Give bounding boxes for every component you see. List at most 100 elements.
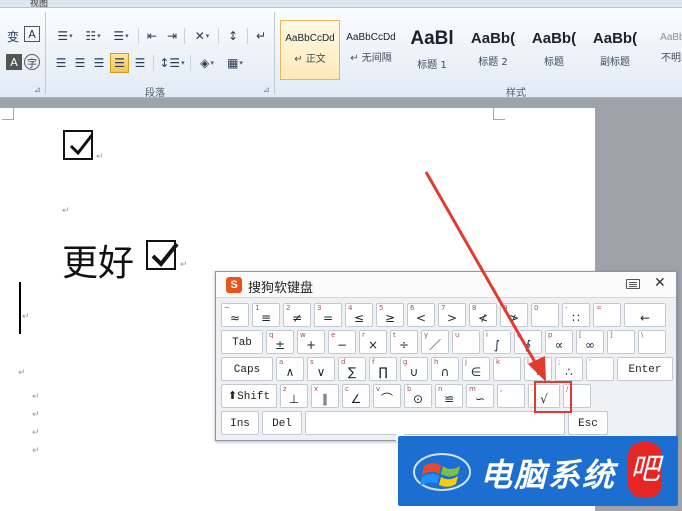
phonetic-guide-button[interactable]: 变 <box>4 26 22 46</box>
keyboard-key[interactable]: u <box>452 330 480 354</box>
watermark-badge: 吧 <box>628 442 662 498</box>
style-tile[interactable]: AaBbC 不明显 <box>646 20 682 80</box>
show-marks-button[interactable]: ↵ <box>251 26 271 46</box>
keyboard-key[interactable]: Enter <box>617 357 673 381</box>
keyboard-key[interactable]: t ÷ <box>390 330 418 354</box>
style-tile[interactable]: AaBb(副标题 <box>585 20 645 80</box>
keyboard-key[interactable] <box>305 411 565 435</box>
keyboard-key[interactable]: i ∫ <box>483 330 511 354</box>
keyboard-key[interactable]: [∞ <box>576 330 604 354</box>
keyboard-key[interactable]: ← <box>624 303 666 327</box>
style-tile[interactable]: AaBbCcDd ↵ 正文 <box>280 20 340 80</box>
keyboard-key[interactable]: s ∨ <box>307 357 335 381</box>
keyboard-key[interactable]: q ± <box>266 330 294 354</box>
keyboard-key[interactable]: 6 < <box>407 303 435 327</box>
menu-view[interactable]: 视图 <box>30 0 48 7</box>
align-left-button[interactable]: ☰ <box>52 53 70 73</box>
multilevel-list-button[interactable]: ☰ ▾ <box>108 26 134 46</box>
checkbox-symbol <box>63 130 94 160</box>
keyboard-key[interactable]: 4 ≤ <box>345 303 373 327</box>
keyboard-key[interactable]: m ∽ <box>466 384 494 408</box>
key-shift-label: = <box>596 304 602 312</box>
keyboard-key[interactable]: ] <box>607 330 635 354</box>
keyboard-key[interactable]: a ∧ <box>276 357 304 381</box>
keyboard-icon[interactable] <box>626 279 640 289</box>
key-label: > <box>446 311 458 325</box>
line-spacing-button[interactable]: ↕☰ ▾ <box>157 53 187 73</box>
distributed-button[interactable]: ☰ <box>131 53 149 73</box>
borders-button[interactable]: ▦ ▾ <box>222 53 248 73</box>
keyboard-key[interactable]: = <box>593 303 621 327</box>
key-label: ∠ <box>350 392 362 406</box>
keyboard-key[interactable]: 7 > <box>438 303 466 327</box>
keyboard-key[interactable]: 5 ≥ <box>376 303 404 327</box>
group-separator <box>274 12 275 94</box>
enclose-character-button[interactable]: 字 <box>24 54 40 70</box>
keyboard-key[interactable]: l ∵ <box>524 357 552 381</box>
keyboard-key[interactable]: d ∑ <box>338 357 366 381</box>
keyboard-key[interactable]: ~ ≈ <box>221 303 249 327</box>
keyboard-key[interactable]: c ∠ <box>342 384 370 408</box>
keyboard-key[interactable]: v ⌒ <box>373 384 401 408</box>
style-tile[interactable]: AaBb(标题 <box>524 20 584 80</box>
keyboard-key[interactable]: w + <box>297 330 325 354</box>
shading-button[interactable]: ◈ ▾ <box>194 53 220 73</box>
keyboard-key[interactable]: Del <box>262 411 302 435</box>
keyboard-key[interactable]: 8 ≮ <box>469 303 497 327</box>
keyboard-key[interactable]: z ⊥ <box>280 384 308 408</box>
justify-button[interactable]: ☰ <box>110 53 129 73</box>
center-button[interactable]: ☰ <box>71 53 89 73</box>
sort-button[interactable]: ↕ <box>222 26 244 46</box>
increase-indent-button[interactable]: ⇥ <box>163 26 181 46</box>
keyboard-key[interactable]: o ∮ <box>514 330 542 354</box>
key-label: ∷ <box>572 311 580 325</box>
keyboard-key[interactable]: e − <box>328 330 356 354</box>
keyboard-key[interactable]: 1 ≡ <box>252 303 280 327</box>
keyboard-key[interactable]: j ∈ <box>462 357 490 381</box>
paragraph-dialog-launcher[interactable]: ⊿ <box>263 85 270 94</box>
style-tile[interactable]: AaBbCcDd ↵ 无间隔 <box>341 20 401 80</box>
key-label: = <box>322 311 334 325</box>
keyboard-key[interactable]: f ∏ <box>369 357 397 381</box>
keyboard-key[interactable]: b ⊙ <box>404 384 432 408</box>
chinese-layout-button[interactable]: ✕ ▾ <box>189 26 215 46</box>
keyboard-key[interactable]: h ∩ <box>431 357 459 381</box>
keyboard-key[interactable]: ' <box>586 357 614 381</box>
keyboard-key[interactable]: n ≌ <box>435 384 463 408</box>
style-tile[interactable]: AaBb(标题 2 <box>463 20 523 80</box>
key-label: Tab <box>232 337 252 349</box>
keyboard-key[interactable]: g ∪ <box>400 357 428 381</box>
keyboard-key[interactable]: \ <box>638 330 666 354</box>
keyboard-title-bar[interactable]: S 搜狗软键盘 ✕ <box>216 272 676 298</box>
font-dialog-launcher[interactable]: ⊿ <box>34 85 41 94</box>
character-shading-button[interactable]: A <box>6 54 22 70</box>
keyboard-key[interactable]: ⬆Shift <box>221 384 277 408</box>
keyboard-key[interactable]: y ／ <box>421 330 449 354</box>
keyboard-key[interactable]: 9 ≯ <box>500 303 528 327</box>
divider <box>138 28 139 44</box>
paragraph-mark: ↵ <box>22 312 30 322</box>
style-tile[interactable]: AaBl 标题 1 <box>402 20 462 80</box>
keyboard-key[interactable]: r × <box>359 330 387 354</box>
keyboard-key[interactable]: Tab <box>221 330 263 354</box>
keyboard-key[interactable]: 0 <box>531 303 559 327</box>
keyboard-key[interactable]: ; ∴ <box>555 357 583 381</box>
bullets-button[interactable]: ☰ ▾ <box>52 26 78 46</box>
align-right-button[interactable]: ☰ <box>90 53 108 73</box>
keyboard-key[interactable]: - ∷ <box>562 303 590 327</box>
keyboard-key[interactable]: p ∝ <box>545 330 573 354</box>
keyboard-key[interactable]: Caps <box>221 357 273 381</box>
keyboard-key[interactable]: x ∥ <box>311 384 339 408</box>
keyboard-key[interactable]: , <box>497 384 525 408</box>
numbering-button[interactable]: ☷ ▾ <box>80 26 106 46</box>
keyboard-key[interactable]: Ins <box>221 411 259 435</box>
keyboard-key[interactable]: 3 = <box>314 303 342 327</box>
keyboard-key[interactable]: 2 ≠ <box>283 303 311 327</box>
key-label: − <box>336 338 348 352</box>
close-icon[interactable]: ✕ <box>654 275 666 291</box>
keyboard-key[interactable]: k <box>493 357 521 381</box>
keyboard-key[interactable]: Esc <box>568 411 608 435</box>
style-name: ↵ 无间隔 <box>350 53 392 64</box>
character-border-button[interactable]: A <box>24 26 40 42</box>
decrease-indent-button[interactable]: ⇤ <box>143 26 161 46</box>
